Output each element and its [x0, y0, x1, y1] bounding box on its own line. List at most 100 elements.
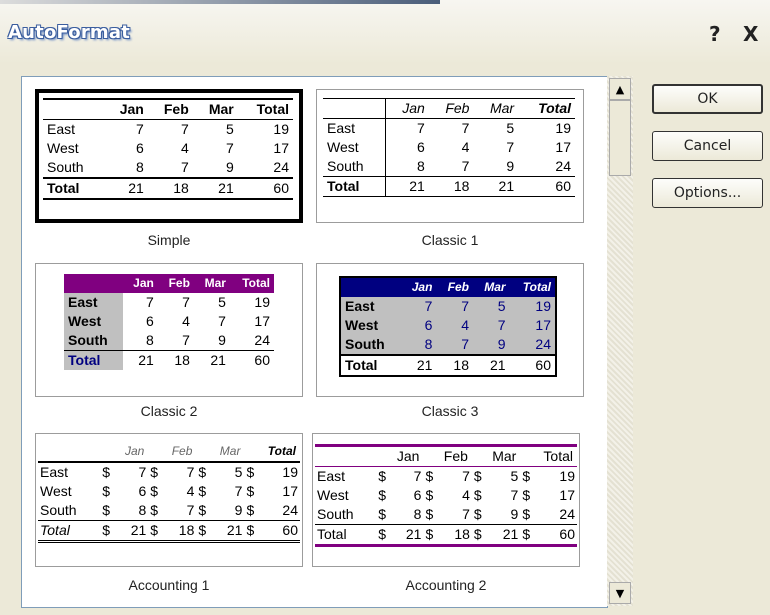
format-accounting-1[interactable]: Jan Feb Mar Total East $7 $7 $5 $19 West $6 $4 $7 $17… [35, 433, 303, 567]
table-row: South 8 7 9 24 [43, 158, 293, 178]
value-cell: 5 [473, 297, 510, 316]
value-cell: 7 [186, 502, 195, 518]
currency-cell: $ [522, 487, 531, 503]
row-label-cell: Total [64, 350, 123, 370]
scroll-up-button[interactable]: ▲ [609, 78, 631, 100]
value-cell: 5 [506, 120, 515, 136]
value-cell: 60 [518, 176, 575, 197]
value-cell: 17 [509, 316, 556, 335]
currency-cell: $ [148, 520, 167, 543]
row-label-cell: Total [38, 520, 101, 543]
format-accounting-2-table: Jan Feb Mar Total East $7 $7 $5 $19 West $6 $4 $7 $17… [315, 444, 577, 547]
table-header-row: Jan Feb Mar Total [38, 442, 300, 463]
table-header-row: Jan Feb Mar Total [43, 99, 293, 120]
table-total-row: Total 21 18 21 60 [64, 350, 274, 370]
table-row: East $7 $7 $5 $19 [38, 462, 300, 482]
column-header: Total [518, 98, 575, 119]
column-header: Total [229, 274, 274, 293]
value-cell: 18 [147, 177, 193, 200]
format-simple[interactable]: Jan Feb Mar Total East 7 7 5 19 West 6 4 7 17 South 8 7 9… [35, 89, 303, 223]
ok-button[interactable]: OK [652, 84, 763, 114]
format-list-scrollbar[interactable]: ▲ ▼ [607, 76, 633, 606]
value-cell: 4 [436, 316, 473, 335]
close-button[interactable]: X [743, 22, 758, 46]
currency-cell: $ [473, 468, 482, 484]
value-cell: 7 [461, 158, 470, 174]
currency-cell: $ [198, 502, 207, 518]
row-label-cell: West [317, 487, 349, 503]
table-row: East 7 7 5 19 [43, 120, 293, 140]
value-cell: 24 [273, 159, 289, 175]
format-accounting-2[interactable]: Jan Feb Mar Total East $7 $7 $5 $19 West $6 $4 $7 $17… [312, 433, 580, 567]
table-row: East $7 $7 $5 $19 [315, 467, 577, 487]
scroll-down-button[interactable]: ▼ [609, 582, 631, 604]
currency-cell: $ [244, 520, 266, 543]
value-cell: 7 [462, 468, 470, 484]
column-header: Jan [122, 274, 158, 293]
help-button[interactable]: ? [709, 22, 721, 46]
format-classic-2[interactable]: Jan Feb Mar Total East 7 7 5 19 West 6 4 7 17 South 8 7 9… [35, 263, 303, 397]
value-cell: 7 [462, 506, 470, 522]
value-cell: 4 [180, 140, 189, 156]
row-label-cell: South [40, 502, 77, 518]
column-header: Mar [192, 99, 238, 120]
row-label-cell: West [340, 316, 401, 335]
table-total-row: Total 21 18 21 60 [323, 176, 575, 197]
table-row: West 6 4 7 17 [64, 312, 274, 331]
value-cell: 6 [417, 139, 425, 155]
column-header: Mar [471, 445, 521, 467]
value-cell: 7 [182, 294, 190, 310]
value-cell: 4 [186, 483, 195, 499]
value-cell: 7 [218, 313, 226, 329]
currency-cell: $ [378, 506, 386, 522]
currency-cell: $ [246, 483, 255, 499]
format-classic-3[interactable]: Jan Feb Mar Total East 7 7 5 19 West 6 4 7 17 South 8 7 9… [316, 263, 584, 397]
format-accounting-1-label: Accounting 1 [128, 577, 210, 593]
value-cell: 19 [559, 468, 575, 484]
column-header [43, 99, 104, 120]
column-header: Total [509, 277, 556, 297]
value-cell: 7 [234, 483, 243, 499]
currency-cell: $ [150, 464, 159, 480]
format-accounting-2-label: Accounting 2 [405, 577, 487, 593]
value-cell: 24 [282, 502, 298, 518]
format-simple-table: Jan Feb Mar Total East 7 7 5 19 West 6 4 7 17 South 8 7 9… [43, 98, 293, 200]
currency-cell: $ [102, 483, 111, 499]
column-header [315, 445, 377, 467]
value-cell: 24 [509, 335, 556, 355]
currency-cell: $ [423, 524, 442, 546]
format-classic-1[interactable]: Jan Feb Mar Total East 7 7 5 19 West 6 4 7 17 South 8 7 9… [316, 89, 584, 223]
title-bar-accent [0, 0, 440, 4]
currency-cell: $ [150, 483, 159, 499]
column-header [323, 98, 387, 119]
cancel-button[interactable]: Cancel [652, 131, 763, 161]
column-header: Feb [147, 99, 193, 120]
format-accounting-1-table: Jan Feb Mar Total East $7 $7 $5 $19 West $6 $4 $7 $17… [38, 442, 300, 543]
value-cell: 17 [254, 313, 270, 329]
row-label-cell: West [323, 138, 387, 157]
column-header: Jan [400, 277, 437, 297]
value-cell: 7 [225, 140, 234, 156]
value-cell: 19 [254, 294, 270, 310]
row-label-cell: South [317, 506, 354, 522]
value-cell: 5 [225, 121, 234, 137]
currency-cell: $ [425, 506, 434, 522]
row-label-cell: West [47, 140, 79, 156]
table-header-row: Jan Feb Mar Total [323, 98, 575, 119]
format-list[interactable]: Jan Feb Mar Total East 7 7 5 19 West 6 4 7 17 South 8 7 9… [21, 76, 608, 608]
currency-cell: $ [100, 520, 119, 543]
currency-cell: $ [473, 506, 482, 522]
row-label-cell: South [47, 159, 84, 175]
value-cell: 21 [193, 350, 230, 370]
column-header: Mar [473, 277, 510, 297]
value-cell: 21 [473, 176, 519, 197]
options-button[interactable]: Options... [652, 178, 763, 208]
scrollbar-thumb[interactable] [609, 100, 631, 176]
value-cell: 21 [192, 177, 238, 200]
format-classic-3-table: Jan Feb Mar Total East 7 7 5 19 West 6 4 7 17 South 8 7 9… [339, 276, 557, 377]
value-cell: 7 [180, 121, 189, 137]
value-cell: 9 [510, 506, 519, 522]
value-cell: 60 [229, 350, 274, 370]
currency-cell: $ [102, 464, 111, 480]
value-cell: 8 [136, 159, 144, 175]
